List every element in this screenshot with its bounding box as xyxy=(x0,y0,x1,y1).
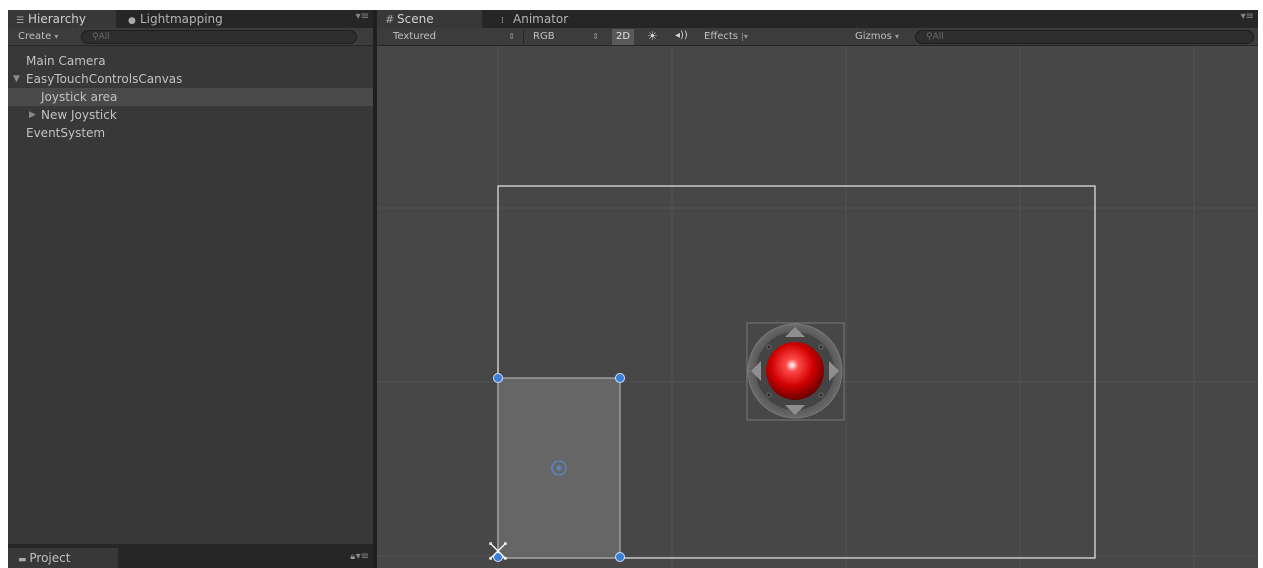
tree-item-joystick-area[interactable]: Joystick area xyxy=(8,88,373,106)
scene-toolbar: Textured ⇕ RGB ⇕ 2D ☀ ◂)) Effects |▾ Giz… xyxy=(377,28,1258,46)
rect-handle-top-left[interactable] xyxy=(493,373,503,383)
chevron-down-icon: |▾ xyxy=(741,32,748,41)
effects-label: Effects xyxy=(704,31,738,42)
rect-handle-bottom-right[interactable] xyxy=(615,552,625,562)
shading-mode-dropdown[interactable]: Textured ⇕ xyxy=(389,30,519,44)
hierarchy-tree: Main Camera ▼ EasyTouchControlsCanvas Jo… xyxy=(8,52,373,142)
pivot-dot xyxy=(556,465,562,471)
chevron-down-icon: ▾ xyxy=(895,32,900,41)
tab-hierarchy-label: Hierarchy xyxy=(28,12,87,26)
scene-audio-icon[interactable]: ◂)) xyxy=(675,30,688,41)
tab-lightmapping-label: Lightmapping xyxy=(140,12,223,26)
tab-scene-label: Scene xyxy=(397,12,434,26)
scene-panel: # Scene ⁞ Animator ▾≡ Textured ⇕ RGB ⇕ 2D … xyxy=(377,10,1258,568)
gizmos-label: Gizmos xyxy=(855,31,892,42)
mode-2d-button[interactable]: 2D xyxy=(612,29,635,45)
toolbar-divider xyxy=(523,30,524,44)
tree-item-label: New Joystick xyxy=(41,108,117,122)
tree-item-label: EventSystem xyxy=(26,126,106,140)
panel-menu-icon[interactable]: ▾≡ xyxy=(356,11,369,22)
effects-dropdown[interactable]: Effects |▾ xyxy=(700,30,752,44)
render-mode-dropdown[interactable]: RGB ⇕ xyxy=(529,30,603,44)
hierarchy-tabbar: ☰ Hierarchy ● Lightmapping ▾≡ xyxy=(8,10,373,28)
tab-scene[interactable]: # Scene xyxy=(377,10,482,28)
tree-item-label: Main Camera xyxy=(26,54,106,68)
hierarchy-search-input[interactable]: ⚲All xyxy=(81,30,357,44)
hierarchy-toolbar: Create ▾ ⚲All xyxy=(8,28,373,46)
tab-project-label: Project xyxy=(29,551,71,565)
joystick-knob[interactable] xyxy=(766,342,824,400)
panel-menu-icon[interactable]: ▾≡ xyxy=(356,551,369,562)
tree-item-label: Joystick area xyxy=(41,90,118,104)
tab-hierarchy[interactable]: ☰ Hierarchy xyxy=(8,10,116,28)
search-icon: ⚲ xyxy=(926,32,933,42)
tab-project[interactable]: ▬ Project xyxy=(8,548,118,568)
tree-item-label: EasyTouchControlsCanvas xyxy=(26,72,183,86)
tree-item-easytouch-canvas[interactable]: ▼ EasyTouchControlsCanvas xyxy=(8,70,373,88)
scene-search-input[interactable]: ⚲All xyxy=(915,30,1254,44)
expand-down-icon[interactable]: ▼ xyxy=(13,70,20,88)
search-icon: ⚲ xyxy=(92,32,99,42)
search-placeholder-text: All xyxy=(932,32,944,42)
mode-2d-label: 2D xyxy=(616,31,631,42)
updown-icon: ⇕ xyxy=(592,32,599,41)
grid-icon: # xyxy=(385,13,395,26)
tree-item-new-joystick[interactable]: ▶ New Joystick xyxy=(8,106,373,124)
project-tabbar: ▬ Project 🔒︎ ▾≡ xyxy=(8,544,373,568)
render-mode-label: RGB xyxy=(533,31,555,42)
updown-icon: ⇕ xyxy=(508,32,515,41)
editor-window: ☰ Hierarchy ● Lightmapping ▾≡ Create ▾ ⚲Al… xyxy=(8,10,1258,568)
tab-lightmapping[interactable]: ● Lightmapping xyxy=(120,10,240,28)
tree-item-main-camera[interactable]: Main Camera xyxy=(8,52,373,70)
create-dropdown[interactable]: Create ▾ xyxy=(14,30,62,44)
panel-menu-icon[interactable]: ▾≡ xyxy=(1241,11,1254,22)
joystick-area-rect[interactable] xyxy=(493,373,625,562)
create-label: Create xyxy=(18,31,52,42)
tab-animator[interactable]: ⁞ Animator xyxy=(493,10,603,28)
scene-tabbar: # Scene ⁞ Animator ▾≡ xyxy=(377,10,1258,28)
expand-right-icon[interactable]: ▶ xyxy=(29,106,36,124)
tree-item-eventsystem[interactable]: EventSystem xyxy=(8,124,373,142)
search-placeholder: ⚲All xyxy=(926,31,944,43)
folder-icon: ▬ xyxy=(18,555,30,565)
shading-mode-label: Textured xyxy=(393,31,436,42)
joystick[interactable] xyxy=(746,322,845,421)
tab-animator-label: Animator xyxy=(513,12,569,26)
search-placeholder-text: All xyxy=(98,32,110,42)
gizmos-dropdown[interactable]: Gizmos ▾ xyxy=(851,30,903,44)
chevron-down-icon: ▾ xyxy=(54,32,59,41)
scene-viewport[interactable] xyxy=(377,46,1258,568)
search-placeholder: ⚲All xyxy=(92,31,110,43)
scene-canvas[interactable] xyxy=(377,46,1258,568)
hierarchy-panel: ☰ Hierarchy ● Lightmapping ▾≡ Create ▾ ⚲Al… xyxy=(8,10,373,568)
rect-handle-top-right[interactable] xyxy=(615,373,625,383)
lock-icon[interactable]: 🔒︎ xyxy=(350,552,355,562)
scene-lighting-icon[interactable]: ☀ xyxy=(647,29,658,43)
